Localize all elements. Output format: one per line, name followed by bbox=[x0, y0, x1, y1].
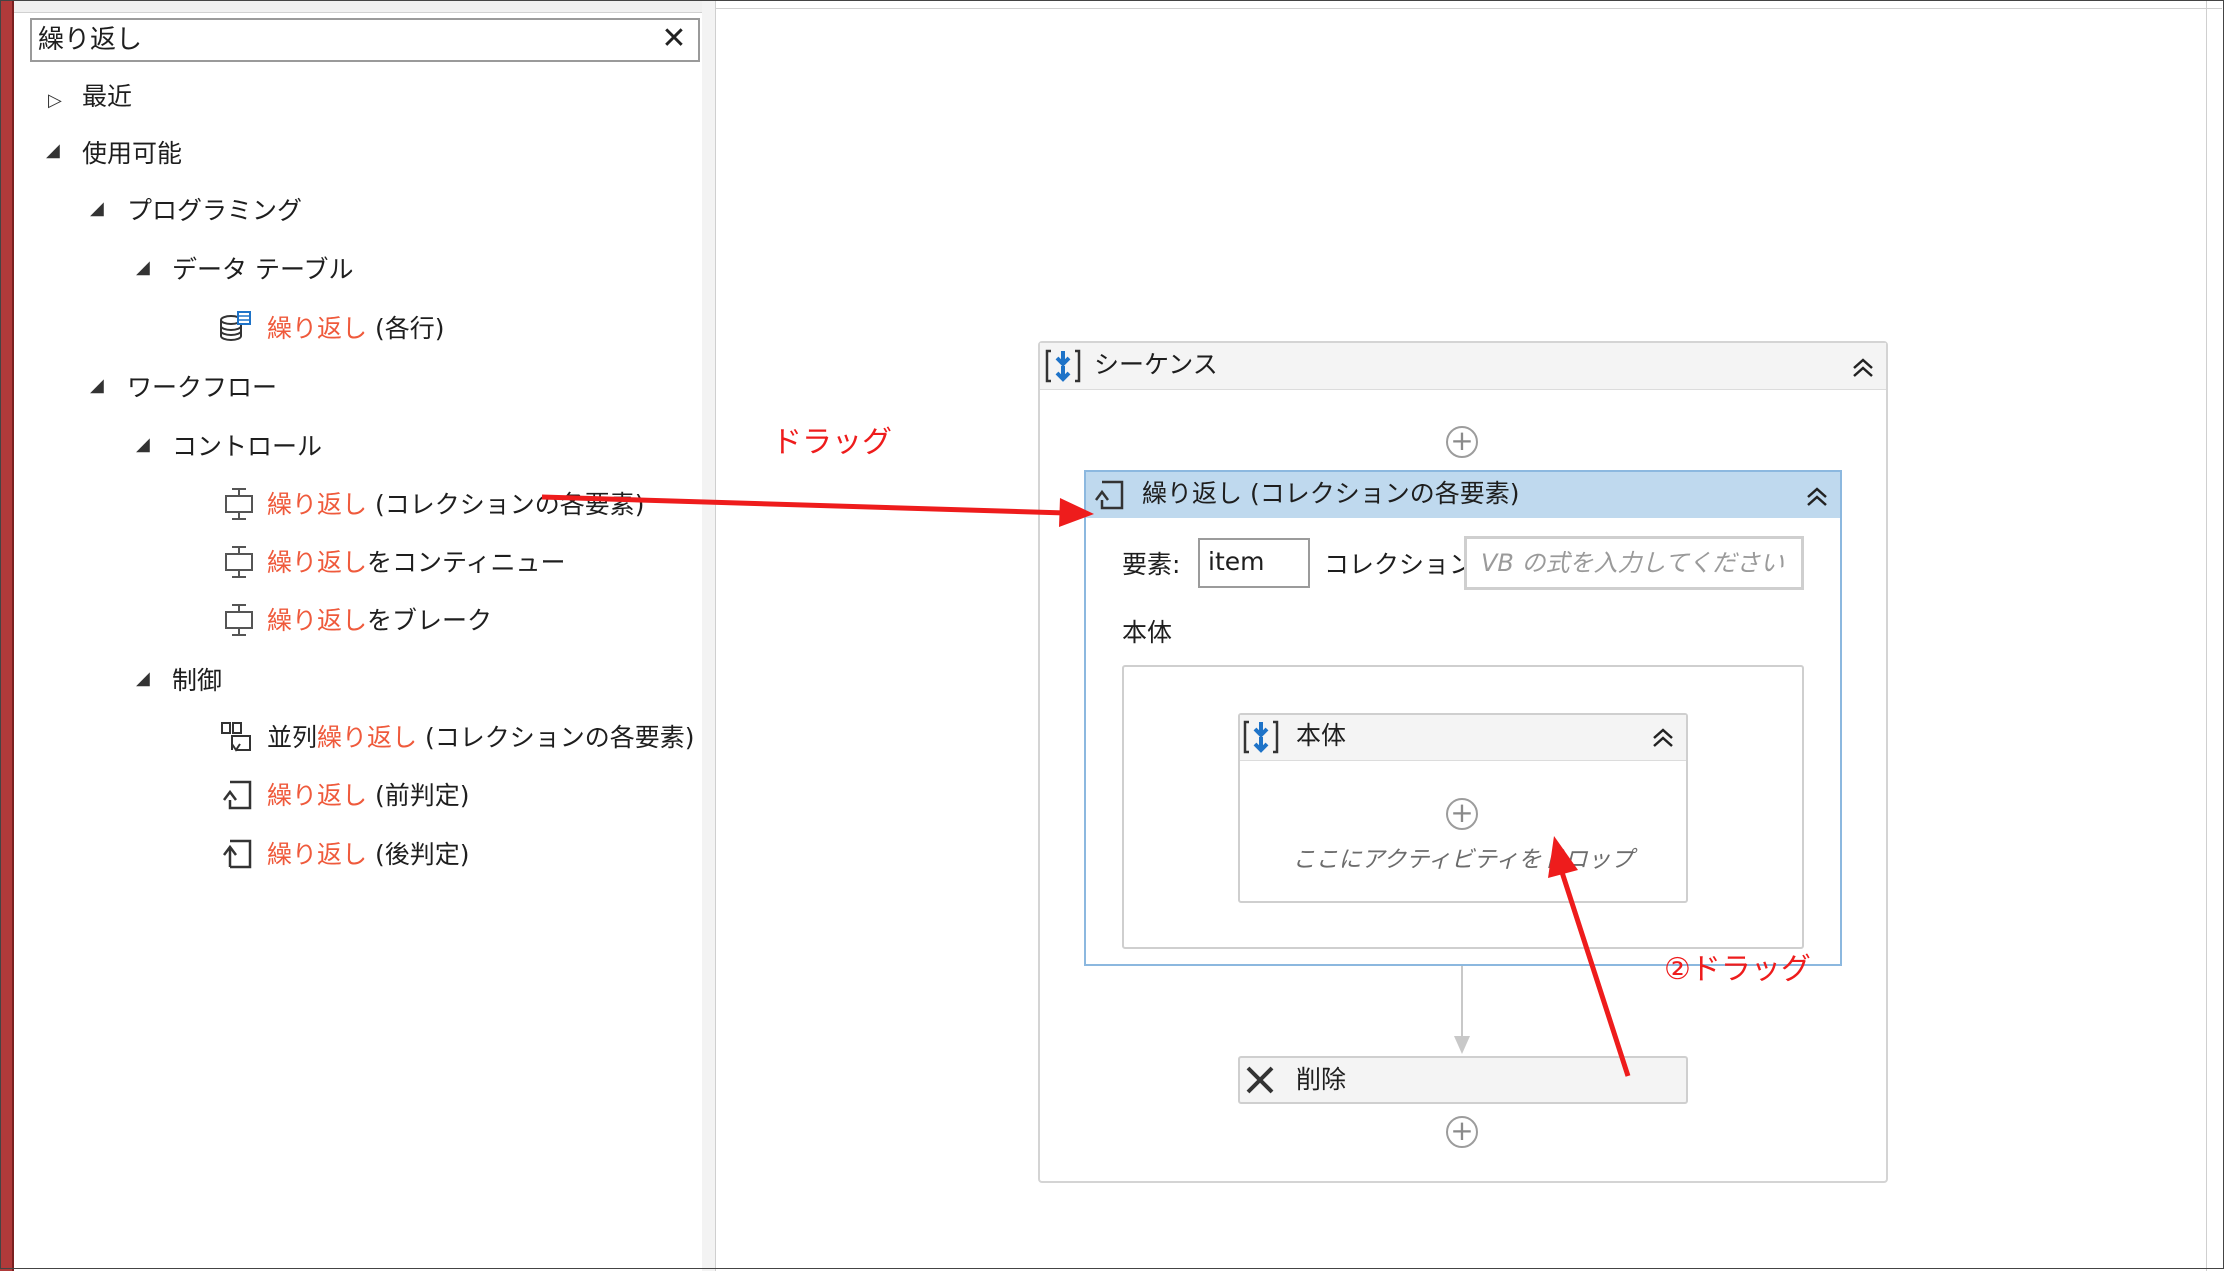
collapse-arrow-icon[interactable]: ◢ bbox=[136, 662, 150, 696]
continue-icon bbox=[225, 546, 253, 578]
highlight-text: 繰り返し bbox=[267, 548, 368, 577]
add-activity-plus-icon[interactable]: + bbox=[1446, 426, 1478, 458]
tree-item-flow[interactable]: 制御 bbox=[172, 664, 222, 698]
delete-x-icon bbox=[1246, 1066, 1274, 1094]
search-input[interactable]: 繰り返し bbox=[38, 22, 142, 58]
sequence-icon bbox=[1045, 349, 1081, 383]
add-activity-plus-icon[interactable]: + bbox=[1446, 798, 1478, 830]
highlight-text: 繰り返し bbox=[267, 490, 368, 519]
tree-item-break[interactable]: 繰り返しをブレーク bbox=[267, 604, 492, 638]
window-edge bbox=[0, 0, 14, 1271]
panel-splitter[interactable] bbox=[702, 0, 716, 1271]
collection-input[interactable]: VB の式を入力してください bbox=[1464, 536, 1804, 590]
item-label: 要素: bbox=[1122, 550, 1181, 579]
item-text: をコンティニュー bbox=[367, 548, 566, 577]
collapse-arrow-icon[interactable]: ◢ bbox=[46, 134, 60, 168]
collapse-arrow-icon[interactable]: ◢ bbox=[136, 428, 150, 462]
canvas-border bbox=[2206, 0, 2207, 1271]
collection-label: コレクション: bbox=[1324, 550, 1483, 579]
tree-item-foreach-row[interactable]: 繰り返し (各行) bbox=[267, 312, 444, 346]
close-icon[interactable]: ✕ bbox=[656, 20, 692, 58]
body-sequence-title: 本体 bbox=[1296, 721, 1347, 750]
highlight-text: 繰り返し bbox=[317, 723, 418, 752]
highlight-text: 繰り返し bbox=[267, 840, 368, 869]
item-text: (コレクションの各要素) bbox=[417, 723, 695, 752]
item-text: (前判定) bbox=[367, 781, 470, 810]
body-label: 本体 bbox=[1122, 618, 1173, 647]
item-text: 並列 bbox=[267, 723, 318, 752]
drag-arrow-1 bbox=[541, 494, 1094, 527]
while-icon bbox=[223, 780, 252, 810]
tree-item-available[interactable]: 使用可能 bbox=[82, 137, 182, 171]
tree-item-while[interactable]: 繰り返し (前判定) bbox=[267, 779, 469, 813]
sequence-icon bbox=[1243, 720, 1279, 754]
do-while-icon bbox=[223, 839, 252, 869]
tree-item-parallel-foreach[interactable]: 並列繰り返し (コレクションの各要素) bbox=[267, 721, 695, 755]
drag-annotation-2: ②ドラッグ bbox=[1664, 952, 1811, 987]
item-text: (各行) bbox=[367, 314, 445, 343]
flow-connector-arrow bbox=[1454, 966, 1470, 1054]
highlight-text: 繰り返し bbox=[267, 314, 368, 343]
foreach-icon bbox=[225, 488, 253, 520]
highlight-text: 繰り返し bbox=[267, 606, 368, 635]
tree-item-programming[interactable]: プログラミング bbox=[127, 194, 302, 228]
collapse-arrow-icon[interactable]: ◢ bbox=[136, 251, 150, 285]
add-activity-plus-icon[interactable]: + bbox=[1446, 1116, 1478, 1148]
item-input[interactable]: item bbox=[1198, 538, 1310, 588]
delete-title: 削除 bbox=[1296, 1065, 1347, 1094]
foreach-title: 繰り返し (コレクションの各要素) bbox=[1142, 479, 1520, 508]
expand-arrow-icon[interactable]: ▷ bbox=[48, 84, 62, 118]
drag-annotation-1: ドラッグ bbox=[772, 425, 892, 460]
sequence-title: シーケンス bbox=[1094, 350, 1218, 379]
item-text: をブレーク bbox=[367, 606, 493, 635]
collapse-arrow-icon[interactable]: ◢ bbox=[90, 192, 104, 226]
item-text: (後判定) bbox=[367, 840, 470, 869]
collapse-chevron-icon[interactable] bbox=[1800, 479, 1834, 513]
tree-item-datatable[interactable]: データ テーブル bbox=[172, 253, 353, 287]
highlight-text: 繰り返し bbox=[267, 781, 368, 810]
tree-item-recent[interactable]: 最近 bbox=[82, 80, 132, 114]
panel-toolbar bbox=[14, 0, 702, 13]
canvas-border bbox=[716, 8, 2222, 9]
collapse-chevron-icon[interactable] bbox=[1646, 720, 1680, 754]
tree-item-workflow[interactable]: ワークフロー bbox=[127, 371, 277, 405]
parallel-foreach-icon bbox=[221, 722, 251, 752]
tree-item-do-while[interactable]: 繰り返し (後判定) bbox=[267, 838, 469, 872]
break-icon bbox=[225, 604, 253, 636]
datatable-foreach-icon bbox=[220, 311, 251, 341]
collapse-arrow-icon[interactable]: ◢ bbox=[90, 369, 104, 403]
tree-item-control[interactable]: コントロール bbox=[172, 430, 322, 464]
collapse-chevron-icon[interactable] bbox=[1846, 350, 1880, 384]
tree-item-continue[interactable]: 繰り返しをコンティニュー bbox=[267, 546, 566, 580]
drag-arrow-2 bbox=[1548, 836, 1631, 1077]
